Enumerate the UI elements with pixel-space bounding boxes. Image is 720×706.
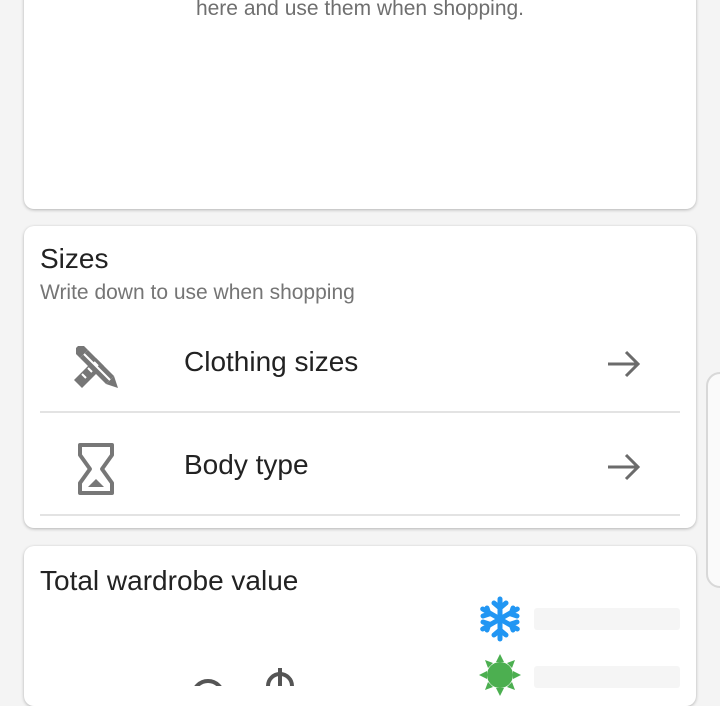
sizes-card: Sizes Write down to use when shopping Cl… bbox=[24, 226, 696, 528]
arrow-right-icon bbox=[604, 447, 644, 487]
body-type-item[interactable]: Body type bbox=[40, 411, 680, 516]
sizes-title: Sizes bbox=[40, 243, 109, 274]
side-panel-edge[interactable] bbox=[706, 372, 720, 588]
body-type-label: Body type bbox=[184, 449, 309, 480]
chart-fragment bbox=[194, 668, 294, 686]
legend-bar-summer bbox=[534, 666, 680, 688]
snowflake-icon bbox=[477, 596, 523, 642]
pencil-ruler-icon bbox=[68, 338, 124, 394]
clothing-sizes-item[interactable]: Clothing sizes bbox=[40, 308, 680, 413]
arrow-right-icon bbox=[604, 344, 644, 384]
wardrobe-value-card: Total wardrobe value bbox=[24, 546, 696, 706]
intro-text: here and use them when shopping. bbox=[195, 0, 525, 20]
clothing-sizes-label: Clothing sizes bbox=[184, 346, 359, 377]
sizes-subtitle: Write down to use when shopping bbox=[40, 281, 355, 304]
wardrobe-value-title: Total wardrobe value bbox=[40, 565, 299, 596]
hourglass-icon bbox=[68, 441, 124, 497]
intro-card: here and use them when shopping. bbox=[24, 0, 696, 209]
legend-bar-winter bbox=[534, 608, 680, 630]
sun-icon bbox=[477, 652, 523, 698]
